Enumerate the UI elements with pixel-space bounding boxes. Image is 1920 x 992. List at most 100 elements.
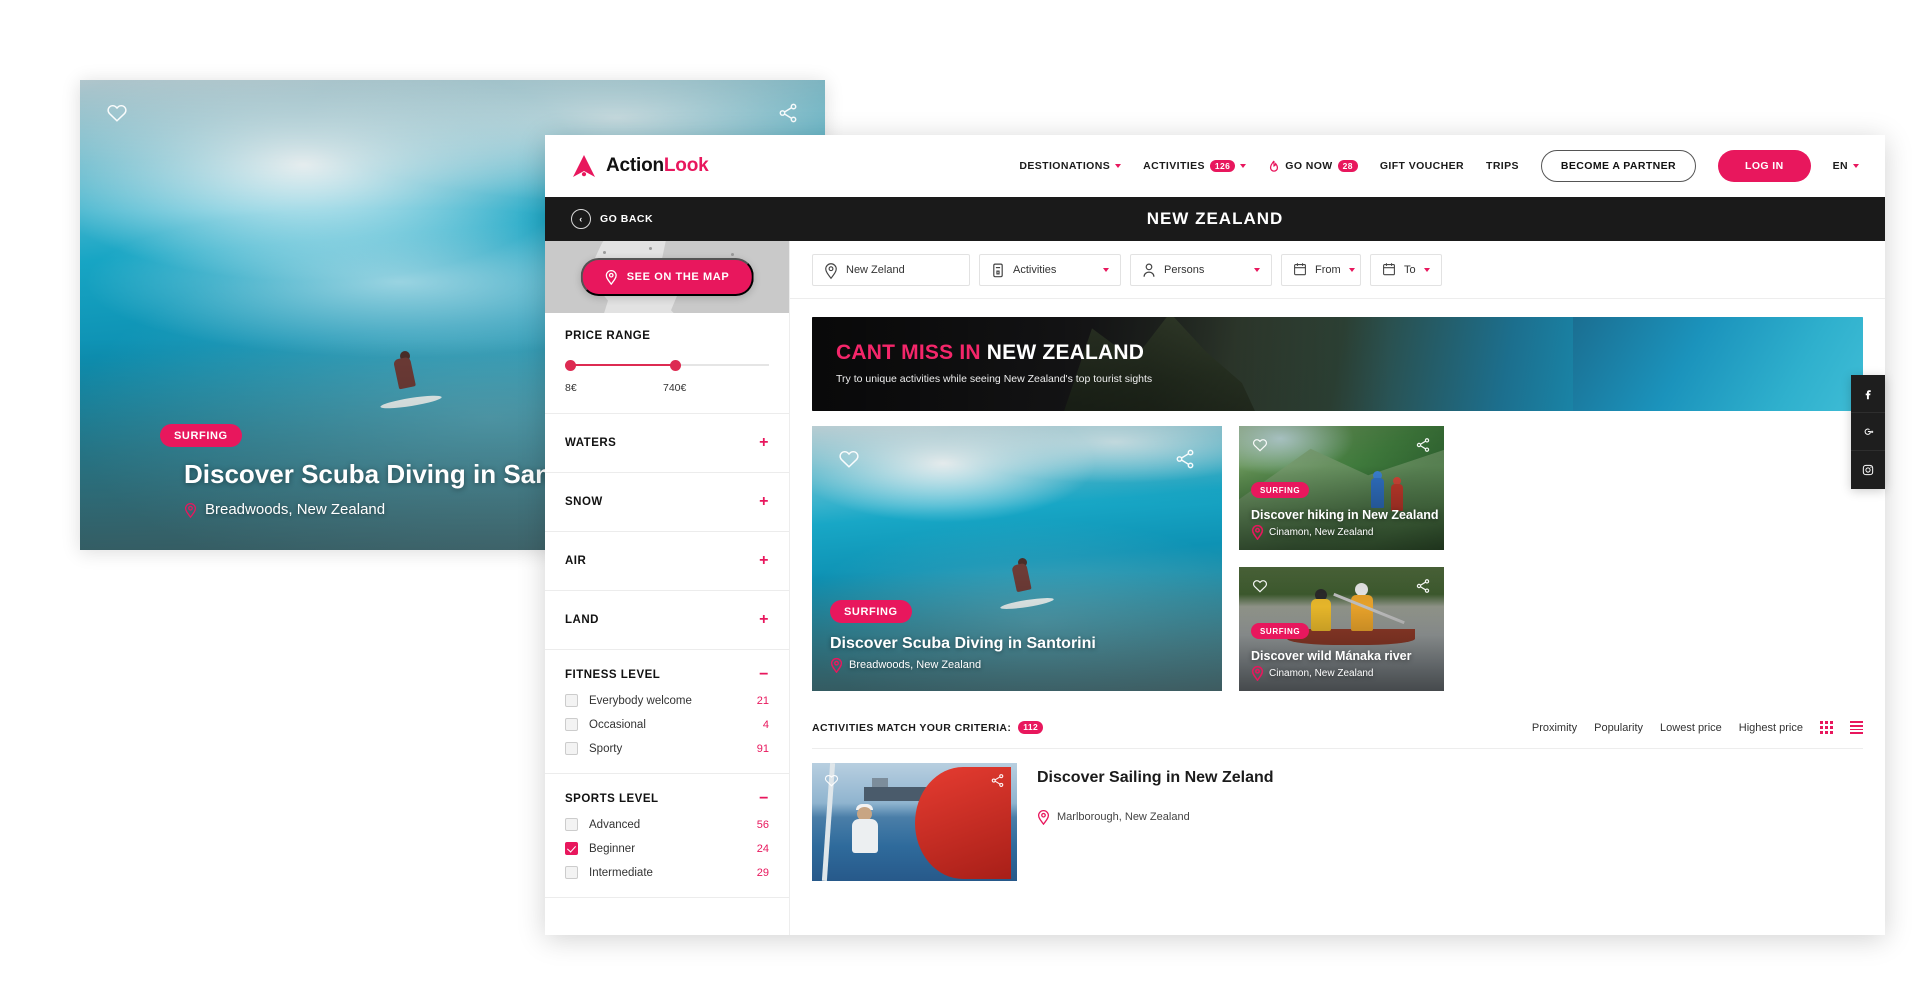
filter-option-intermediate[interactable]: Intermediate 29 (565, 866, 769, 879)
expand-plus-icon[interactable]: + (759, 494, 769, 510)
expand-plus-icon[interactable]: + (759, 612, 769, 628)
option-count: 91 (756, 742, 769, 755)
filter-section-land[interactable]: LAND + (545, 591, 789, 650)
checkbox[interactable] (565, 818, 578, 831)
collapse-minus-icon[interactable]: − (759, 791, 769, 807)
favorite-heart-icon[interactable] (1252, 578, 1268, 594)
nav-label: TRIPS (1486, 160, 1519, 172)
filters-sidebar: SEE ON THE MAP PRICE RANGE 8€ 740€ WATER… (545, 241, 790, 935)
search-date-from-field[interactable]: From (1281, 253, 1361, 286)
search-bar: New Zeland Activities Persons From To (790, 241, 1885, 299)
card-title: Discover Scuba Diving in Santorini (830, 635, 1096, 652)
slider-knob-max[interactable] (670, 360, 681, 371)
filter-option-advanced[interactable]: Advanced 56 (565, 818, 769, 831)
featured-card-main[interactable]: SURFING Discover Scuba Diving in Santori… (812, 426, 1222, 691)
search-date-from-value: From (1315, 263, 1341, 276)
price-max-value: 740€ (663, 382, 687, 394)
favorite-heart-icon[interactable] (1252, 437, 1268, 453)
filter-option-sporty[interactable]: Sporty 91 (565, 742, 769, 755)
search-activities-field[interactable]: Activities (979, 253, 1121, 286)
share-icon[interactable] (777, 102, 799, 124)
checkbox[interactable] (565, 742, 578, 755)
logo-text-second: Look (663, 155, 709, 176)
card-action-icons (1239, 437, 1444, 453)
sort-highest-price[interactable]: Highest price (1739, 722, 1803, 734)
collapse-minus-icon[interactable]: − (759, 667, 769, 683)
instagram-link[interactable] (1851, 451, 1885, 489)
favorite-heart-icon[interactable] (824, 773, 839, 788)
become-a-partner-button[interactable]: BECOME A PARTNER (1540, 150, 1697, 182)
nav-item-trips[interactable]: TRIPS (1486, 160, 1519, 172)
expand-plus-icon[interactable]: + (759, 553, 769, 569)
option-label: Intermediate (589, 866, 653, 879)
promo-title: CANT MISS IN NEW ZEALAND (836, 341, 1144, 365)
result-title: Discover Sailing in New Zeland (1037, 769, 1274, 786)
search-date-to-field[interactable]: To (1370, 253, 1442, 286)
option-label: Sporty (589, 742, 623, 755)
browser-window: ActionLook DESTIONATIONS ACTIVITIES 126 … (545, 135, 1885, 935)
nav-item-activities[interactable]: ACTIVITIES 126 (1143, 159, 1247, 173)
option-count: 29 (756, 866, 769, 879)
slider-fill (567, 364, 674, 366)
sort-lowest-price[interactable]: Lowest price (1660, 722, 1722, 734)
share-icon[interactable] (1415, 437, 1431, 453)
favorite-heart-icon[interactable] (838, 448, 860, 470)
option-count: 24 (756, 842, 769, 855)
nav-item-gift-voucher[interactable]: GIFT VOUCHER (1380, 160, 1464, 172)
result-list-item[interactable]: Discover Sailing in New Zeland Marlborou… (812, 749, 1863, 881)
promo-subtitle: Try to unique activities while seeing Ne… (836, 373, 1153, 385)
filter-section-waters[interactable]: WATERS + (545, 414, 789, 473)
featured-cards: SURFING Discover Scuba Diving in Santori… (812, 426, 1863, 691)
mountain-triangle-icon (571, 153, 597, 179)
share-icon[interactable] (1415, 578, 1431, 594)
featured-card-hiking[interactable]: SURFING Discover hiking in New Zealand C… (1239, 426, 1444, 550)
google-plus-link[interactable] (1851, 413, 1885, 451)
criteria-label: ACTIVITIES MATCH YOUR CRITERIA: (812, 721, 1012, 734)
search-persons-value: Persons (1164, 263, 1205, 276)
card-location-text: Breadwoods, New Zealand (205, 501, 386, 518)
price-min-value: 8€ (565, 382, 577, 394)
see-on-the-map-button[interactable]: SEE ON THE MAP (580, 258, 754, 296)
filter-title: AIR (565, 555, 587, 567)
log-in-button[interactable]: LOG IN (1718, 150, 1811, 182)
filter-section-snow[interactable]: SNOW + (545, 473, 789, 532)
filter-section-air[interactable]: AIR + (545, 532, 789, 591)
search-location-field[interactable]: New Zeland (812, 253, 970, 286)
option-label: Occasional (589, 718, 646, 731)
promo-title-accent: CANT MISS IN (836, 341, 981, 364)
grid-view-icon[interactable] (1820, 721, 1833, 734)
favorite-heart-icon[interactable] (106, 102, 128, 124)
checkbox[interactable] (565, 718, 578, 731)
calendar-icon (1382, 262, 1396, 277)
expand-plus-icon[interactable]: + (759, 435, 769, 451)
map-preview[interactable]: SEE ON THE MAP (545, 241, 789, 313)
slider-knob-min[interactable] (565, 360, 576, 371)
results-content: New Zeland Activities Persons From To CA… (790, 241, 1885, 935)
filter-option-occasional[interactable]: Occasional 4 (565, 718, 769, 731)
facebook-link[interactable] (1851, 375, 1885, 413)
card-action-icons (812, 448, 1222, 470)
filter-option-beginner[interactable]: Beginner 24 (565, 842, 769, 855)
logo[interactable]: ActionLook (571, 153, 709, 179)
checkbox[interactable] (565, 866, 578, 879)
checkbox-checked[interactable] (565, 842, 578, 855)
nav-item-go-now[interactable]: GO NOW 28 (1268, 159, 1358, 173)
nav-item-destinations[interactable]: DESTIONATIONS (1019, 160, 1122, 172)
search-persons-field[interactable]: Persons (1130, 253, 1272, 286)
checkbox[interactable] (565, 694, 578, 707)
sort-popularity[interactable]: Popularity (1594, 722, 1643, 734)
share-icon[interactable] (1174, 448, 1196, 470)
featured-card-kayaking[interactable]: SURFING Discover wild Mánaka river Cinam… (1239, 567, 1444, 691)
price-range-slider[interactable] (565, 360, 769, 371)
result-thumbnail[interactable] (812, 763, 1017, 881)
language-selector[interactable]: EN (1833, 160, 1859, 172)
location-pin-icon (1251, 665, 1264, 682)
nav-label: ACTIVITIES (1143, 160, 1205, 172)
share-icon[interactable] (990, 773, 1005, 788)
promo-banner[interactable]: CANT MISS IN NEW ZEALAND Try to unique a… (812, 317, 1863, 411)
filter-option-everybody-welcome[interactable]: Everybody welcome 21 (565, 694, 769, 707)
list-view-icon[interactable] (1850, 721, 1863, 734)
google-plus-icon (1864, 428, 1874, 435)
social-media-rail (1851, 375, 1885, 489)
sort-proximity[interactable]: Proximity (1532, 722, 1577, 734)
